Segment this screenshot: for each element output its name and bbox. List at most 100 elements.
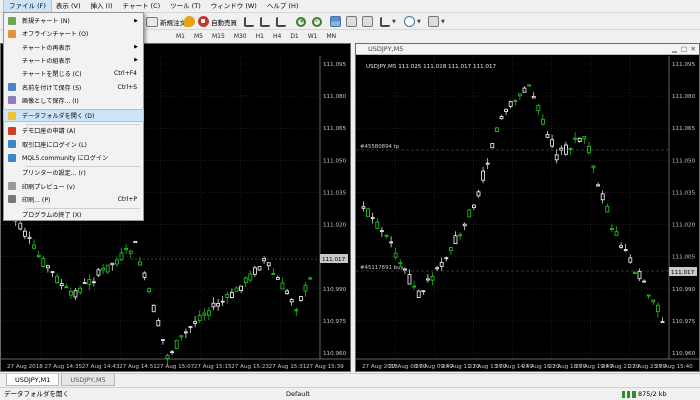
file-menu-item-12[interactable]: 印刷プレビュー (v) <box>4 181 143 192</box>
menu-item-6[interactable]: ヘルプ (H) <box>262 0 304 13</box>
chart-ohlc-header: USDJPY,M5 111.025 111.028 111.017 111.01… <box>366 64 497 70</box>
file-menu-item-11[interactable]: プリンターの設定... (r) <box>4 167 143 178</box>
price-axis-label: 111.080 <box>323 94 347 100</box>
line-chart-button[interactable] <box>276 15 286 28</box>
candle-body <box>92 281 96 284</box>
template-icon <box>428 16 439 27</box>
candle-body <box>490 143 495 149</box>
demo-account-icon <box>8 126 16 135</box>
chart-window-usdjpy-m5[interactable]: USDJPY,M5 ▁ □ ✕ 111.095 111.080 111.065 111… <box>355 43 700 372</box>
file-menu-item-4[interactable]: チャートを閉じる (C) Ctrl+F4 <box>4 68 143 79</box>
maximize-icon[interactable]: □ <box>681 44 687 55</box>
chart-shift-icon <box>346 16 357 27</box>
timeframe-w1[interactable]: W1 <box>308 33 318 40</box>
file-menu-item-label: チャートの再表示 <box>22 44 71 52</box>
chart-plot-m5[interactable]: 111.095 111.080 111.065 111.050 111.035 111.0… <box>356 56 699 371</box>
candle-body <box>370 216 375 219</box>
autoscroll-button[interactable] <box>362 15 373 28</box>
file-menu-item-14[interactable]: プログラムの終了 (X) <box>4 209 143 220</box>
candle-body <box>600 193 605 201</box>
zoom-out-button[interactable]: - <box>312 15 322 28</box>
blank-icon <box>8 211 16 219</box>
zoom-in-icon: + <box>296 16 306 27</box>
file-menu-item-6[interactable]: 画像として保存... (I) <box>4 95 143 106</box>
candle-body <box>275 277 280 280</box>
chevron-down-icon: ▼ <box>441 18 445 25</box>
file-menu-item-3[interactable]: チャートの組表示 ▶ <box>4 55 143 66</box>
candle-body <box>41 258 46 267</box>
bar-chart-button[interactable] <box>244 15 254 28</box>
chart-window-titlebar[interactable]: USDJPY,M5 ▁ □ ✕ <box>356 44 699 55</box>
blank-icon <box>8 56 16 64</box>
tile-windows-icon <box>330 16 341 27</box>
candle-body <box>540 118 545 125</box>
candle-body <box>577 137 582 142</box>
timeframe-toolbar: M1 M5 M15 M30 H1 H4 D1 W1 MN <box>140 30 700 42</box>
candle-body <box>393 252 398 258</box>
file-menu-item-13[interactable]: 印刷... (P) Ctrl+P <box>4 194 143 205</box>
file-menu-item-9[interactable]: 取引口座にログイン (L) <box>4 139 143 150</box>
zoom-in-button[interactable]: + <box>296 15 306 28</box>
file-menu-item-label: プログラムの終了 (X) <box>22 212 82 220</box>
candle-body <box>216 303 221 307</box>
candlestick-chart-m5[interactable]: 111.095 111.080 111.065 111.050 111.035 111.0… <box>356 56 699 371</box>
candle-body <box>586 146 591 154</box>
candle-body <box>517 93 522 97</box>
autoscroll-icon <box>362 16 373 27</box>
timeframe-h4[interactable]: H4 <box>273 33 281 40</box>
price-axis-label: 111.095 <box>323 62 347 68</box>
file-menu-item-1[interactable]: オフラインチャート (O) <box>4 28 143 39</box>
candle-body <box>147 288 152 293</box>
candle-body <box>531 95 536 99</box>
candle-body <box>289 299 294 303</box>
indicators-button[interactable]: ▼ <box>380 15 396 28</box>
candle-body <box>285 290 290 294</box>
periods-button[interactable]: ▼ <box>404 15 421 28</box>
file-menu-item-0[interactable]: 新規チャート (N) ▶ <box>4 15 143 26</box>
autotrade-button[interactable]: 自動売買 <box>198 15 237 28</box>
timeframe-m5[interactable]: M5 <box>194 33 203 40</box>
file-menu-item-7[interactable]: データフォルダを開く (D) <box>3 109 144 123</box>
timeframe-mn[interactable]: MN <box>327 33 337 40</box>
menu-item-0[interactable]: ファイル (F) <box>3 0 52 14</box>
timeframe-h1[interactable]: H1 <box>256 33 264 40</box>
menu-item-4[interactable]: ツール (T) <box>165 0 206 13</box>
file-menu-item-10[interactable]: MQL5.community にログイン <box>4 152 143 163</box>
chart-tab-1[interactable]: USDJPY,M5 <box>61 374 115 386</box>
menu-item-3[interactable]: チャート (C) <box>118 0 166 13</box>
price-axis-label: 110.990 <box>672 287 696 293</box>
tile-windows-button[interactable] <box>330 15 341 28</box>
timeframe-m30[interactable]: M30 <box>234 33 247 40</box>
blank-icon <box>8 43 16 51</box>
menu-item-1[interactable]: 表示 (V) <box>51 0 86 13</box>
candle-body <box>308 277 313 280</box>
blank-icon <box>8 169 16 177</box>
price-axis-label: 111.065 <box>323 126 347 132</box>
templates-button[interactable]: ▼ <box>428 15 445 28</box>
minimize-icon[interactable]: ▁ <box>672 44 677 55</box>
chart-properties-button[interactable] <box>184 15 195 28</box>
menu-item-2[interactable]: 挿入 (I) <box>85 0 117 13</box>
candle-body <box>375 221 380 229</box>
chart-shift-button[interactable] <box>346 15 357 28</box>
file-menu-item-5[interactable]: 名前を付けて保存 (S) Ctrl+S <box>4 82 143 93</box>
candle-body <box>485 162 490 165</box>
menu-item-5[interactable]: ウィンドウ (W) <box>206 0 262 13</box>
status-bar: データフォルダを開く Default 875/2 kb <box>0 387 700 400</box>
candle-chart-button[interactable] <box>260 15 270 28</box>
candle-body <box>458 234 462 237</box>
chart-tab-0[interactable]: USDJPY,M1 <box>6 374 60 386</box>
candle-body <box>124 247 128 251</box>
timeframe-d1[interactable]: D1 <box>290 33 298 40</box>
timeframe-m15[interactable]: M15 <box>212 33 225 40</box>
new-order-button[interactable]: 新規注文 <box>146 15 186 28</box>
candle-body <box>554 154 559 161</box>
close-icon[interactable]: ✕ <box>691 44 696 55</box>
candle-body <box>481 170 485 181</box>
candle-body <box>18 222 23 230</box>
candle-body <box>82 282 87 285</box>
file-menu-item-8[interactable]: デモ口座の申請 (A) <box>4 125 143 136</box>
file-menu-item-2[interactable]: チャートの再表示 ▶ <box>4 42 143 53</box>
timeframe-m1[interactable]: M1 <box>176 33 185 40</box>
price-axis-label: 110.990 <box>323 287 347 293</box>
